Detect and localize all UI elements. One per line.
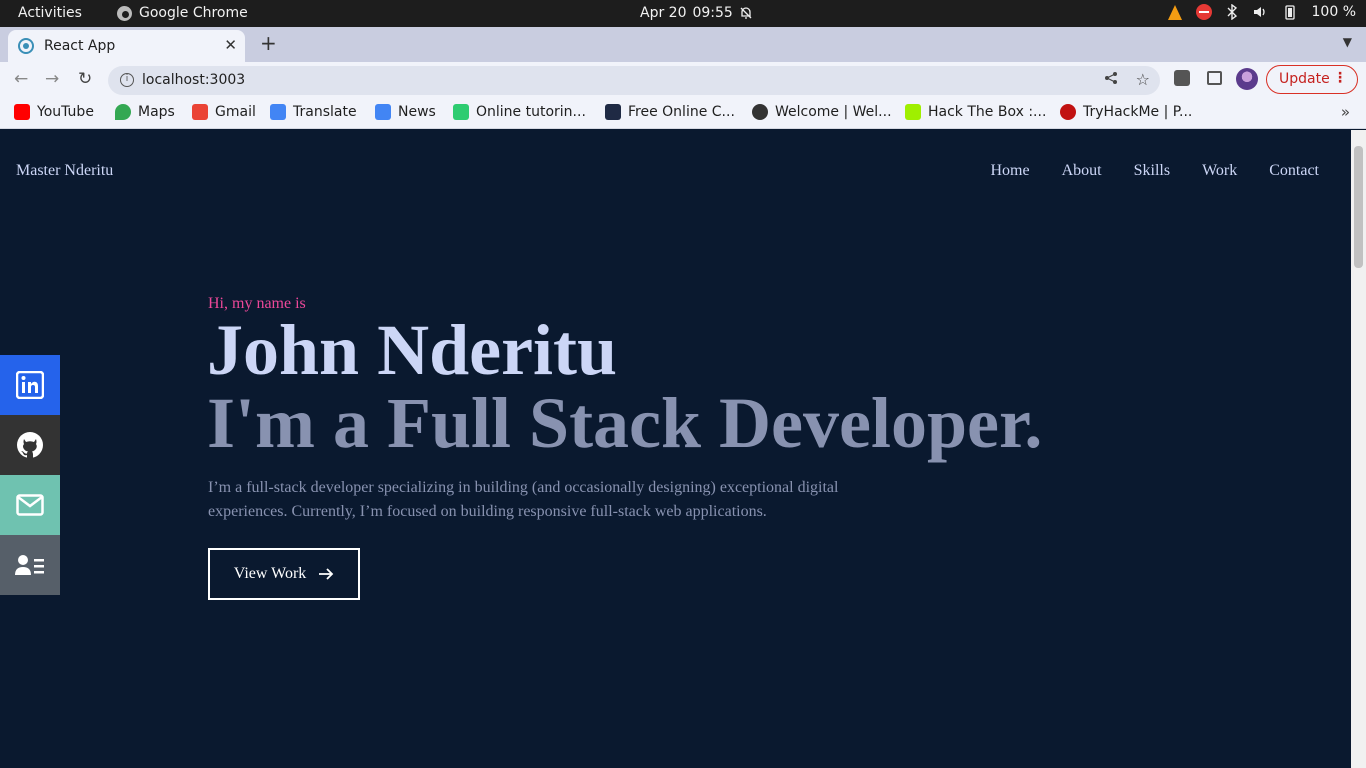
linkedin-icon: [16, 371, 44, 399]
extensions-icon[interactable]: [1174, 70, 1190, 86]
bookmark-label: Maps: [138, 104, 175, 120]
linkedin-link[interactable]: [0, 355, 60, 415]
date: Apr 20: [640, 5, 687, 21]
bookmark-youtube[interactable]: YouTube: [14, 104, 94, 120]
site-nav: Home About Skills Work Contact: [991, 162, 1320, 180]
bookmark-maps[interactable]: Maps: [115, 104, 175, 120]
chrome-icon: [117, 5, 132, 21]
scrollbar-thumb[interactable]: [1354, 146, 1363, 268]
resume-icon: [15, 555, 44, 575]
bookmark-label: Hack The Box :...: [928, 104, 1047, 120]
bookmarks-bar: YouTube Maps Gmail Translate News Online…: [0, 98, 1366, 129]
site-brand[interactable]: Master Nderitu: [16, 162, 113, 180]
nav-about[interactable]: About: [1062, 162, 1102, 180]
nav-home[interactable]: Home: [991, 162, 1030, 180]
bluetooth-icon[interactable]: [1226, 4, 1238, 20]
tab-react-app[interactable]: React App ✕: [8, 30, 245, 62]
clock[interactable]: Apr 20 09:55: [640, 5, 753, 21]
news-icon: [375, 104, 391, 120]
bookmark-label: Online tutorin...: [476, 104, 586, 120]
tryhackme-icon: [1060, 104, 1076, 120]
bookmark-label: News: [398, 104, 436, 120]
bookmark-online-tutoring[interactable]: Online tutorin...: [453, 104, 586, 120]
tab-strip: React App ✕ + ▼: [0, 27, 1366, 62]
bookmark-gmail[interactable]: Gmail: [192, 104, 256, 120]
hack-the-box-icon: [905, 104, 921, 120]
back-icon[interactable]: ←: [14, 69, 28, 89]
url-text: localhost:3003: [142, 72, 246, 88]
github-link[interactable]: [0, 415, 60, 475]
bookmark-label: Free Online C...: [628, 104, 735, 120]
app-menu[interactable]: Google Chrome: [117, 5, 248, 21]
close-icon[interactable]: ✕: [224, 36, 237, 54]
update-label: Update: [1279, 71, 1330, 87]
vlc-icon[interactable]: [1167, 4, 1182, 20]
share-icon[interactable]: [1104, 71, 1118, 85]
bookmark-label: Translate: [293, 104, 357, 120]
social-sidebar: [0, 355, 60, 595]
translate-icon: [270, 104, 286, 120]
tutoring-icon: [453, 104, 469, 120]
activities-button[interactable]: Activities: [18, 5, 82, 21]
update-button[interactable]: Update ⋮: [1266, 65, 1358, 94]
hero-description: I’m a full-stack developer specializing …: [208, 479, 839, 520]
nav-contact[interactable]: Contact: [1269, 162, 1319, 180]
arrow-right-icon: [319, 568, 334, 580]
battery-percentage: 100 %: [1311, 4, 1356, 20]
browser-toolbar: ← → ↻ i localhost:3003 ☆ Update ⋮: [0, 62, 1366, 98]
notifications-off-icon: [740, 7, 752, 19]
resume-link[interactable]: [0, 535, 60, 595]
do-not-disturb-icon[interactable]: [1195, 4, 1212, 20]
bookmark-hack-the-box[interactable]: Hack The Box :...: [905, 104, 1046, 120]
page-scrollbar[interactable]: [1351, 130, 1366, 768]
address-bar[interactable]: i localhost:3003 ☆: [108, 66, 1160, 95]
profile-avatar[interactable]: [1236, 68, 1258, 90]
app-name: Google Chrome: [139, 5, 248, 21]
side-panel-icon[interactable]: [1207, 71, 1222, 85]
github-icon: [17, 432, 43, 458]
tab-title: React App: [44, 38, 116, 54]
page-content: Master Nderitu Home About Skills Work Co…: [0, 130, 1351, 768]
bookmark-label: Gmail: [215, 104, 256, 120]
view-work-label: View Work: [233, 565, 307, 582]
bookmark-translate[interactable]: Translate: [270, 104, 357, 120]
new-tab-icon[interactable]: +: [260, 31, 277, 55]
bookmark-label: Welcome | Wel...: [775, 104, 892, 120]
reload-icon[interactable]: ↻: [78, 69, 92, 89]
more-bookmarks-icon[interactable]: »: [1341, 103, 1350, 121]
bookmark-label: TryHackMe | P...: [1083, 104, 1193, 120]
more-menu-icon[interactable]: ⋮: [1333, 70, 1347, 86]
bookmark-star-icon[interactable]: ☆: [1136, 70, 1150, 89]
youtube-icon: [14, 104, 30, 120]
maps-icon: [115, 104, 131, 120]
volume-icon[interactable]: [1252, 4, 1268, 20]
time: 09:55: [692, 5, 733, 21]
gmail-icon: [192, 104, 208, 120]
hero-role: I'm a Full Stack Developer.: [207, 383, 1043, 463]
battery-icon[interactable]: [1282, 4, 1298, 20]
bookmark-label: YouTube: [37, 104, 94, 120]
free-online-icon: [605, 104, 621, 120]
bookmark-welcome[interactable]: Welcome | Wel...: [752, 104, 892, 120]
mail-icon: [16, 494, 44, 516]
email-link[interactable]: [0, 475, 60, 535]
bookmark-news[interactable]: News: [375, 104, 436, 120]
forward-icon[interactable]: →: [45, 69, 59, 89]
react-icon: [18, 38, 34, 54]
bookmark-free-online[interactable]: Free Online C...: [605, 104, 735, 120]
globe-icon: [752, 104, 768, 120]
nav-work[interactable]: Work: [1202, 162, 1237, 180]
info-icon[interactable]: i: [120, 73, 134, 87]
hero-name: John Nderitu: [207, 310, 618, 390]
bookmark-tryhackme[interactable]: TryHackMe | P...: [1060, 104, 1192, 120]
system-top-bar: Activities Google Chrome Apr 20 09:55 10…: [0, 0, 1366, 27]
view-work-button[interactable]: View Work: [208, 548, 360, 600]
chevron-down-icon[interactable]: ▼: [1343, 35, 1352, 49]
system-tray[interactable]: 100 %: [1167, 4, 1356, 20]
nav-skills[interactable]: Skills: [1134, 162, 1170, 180]
